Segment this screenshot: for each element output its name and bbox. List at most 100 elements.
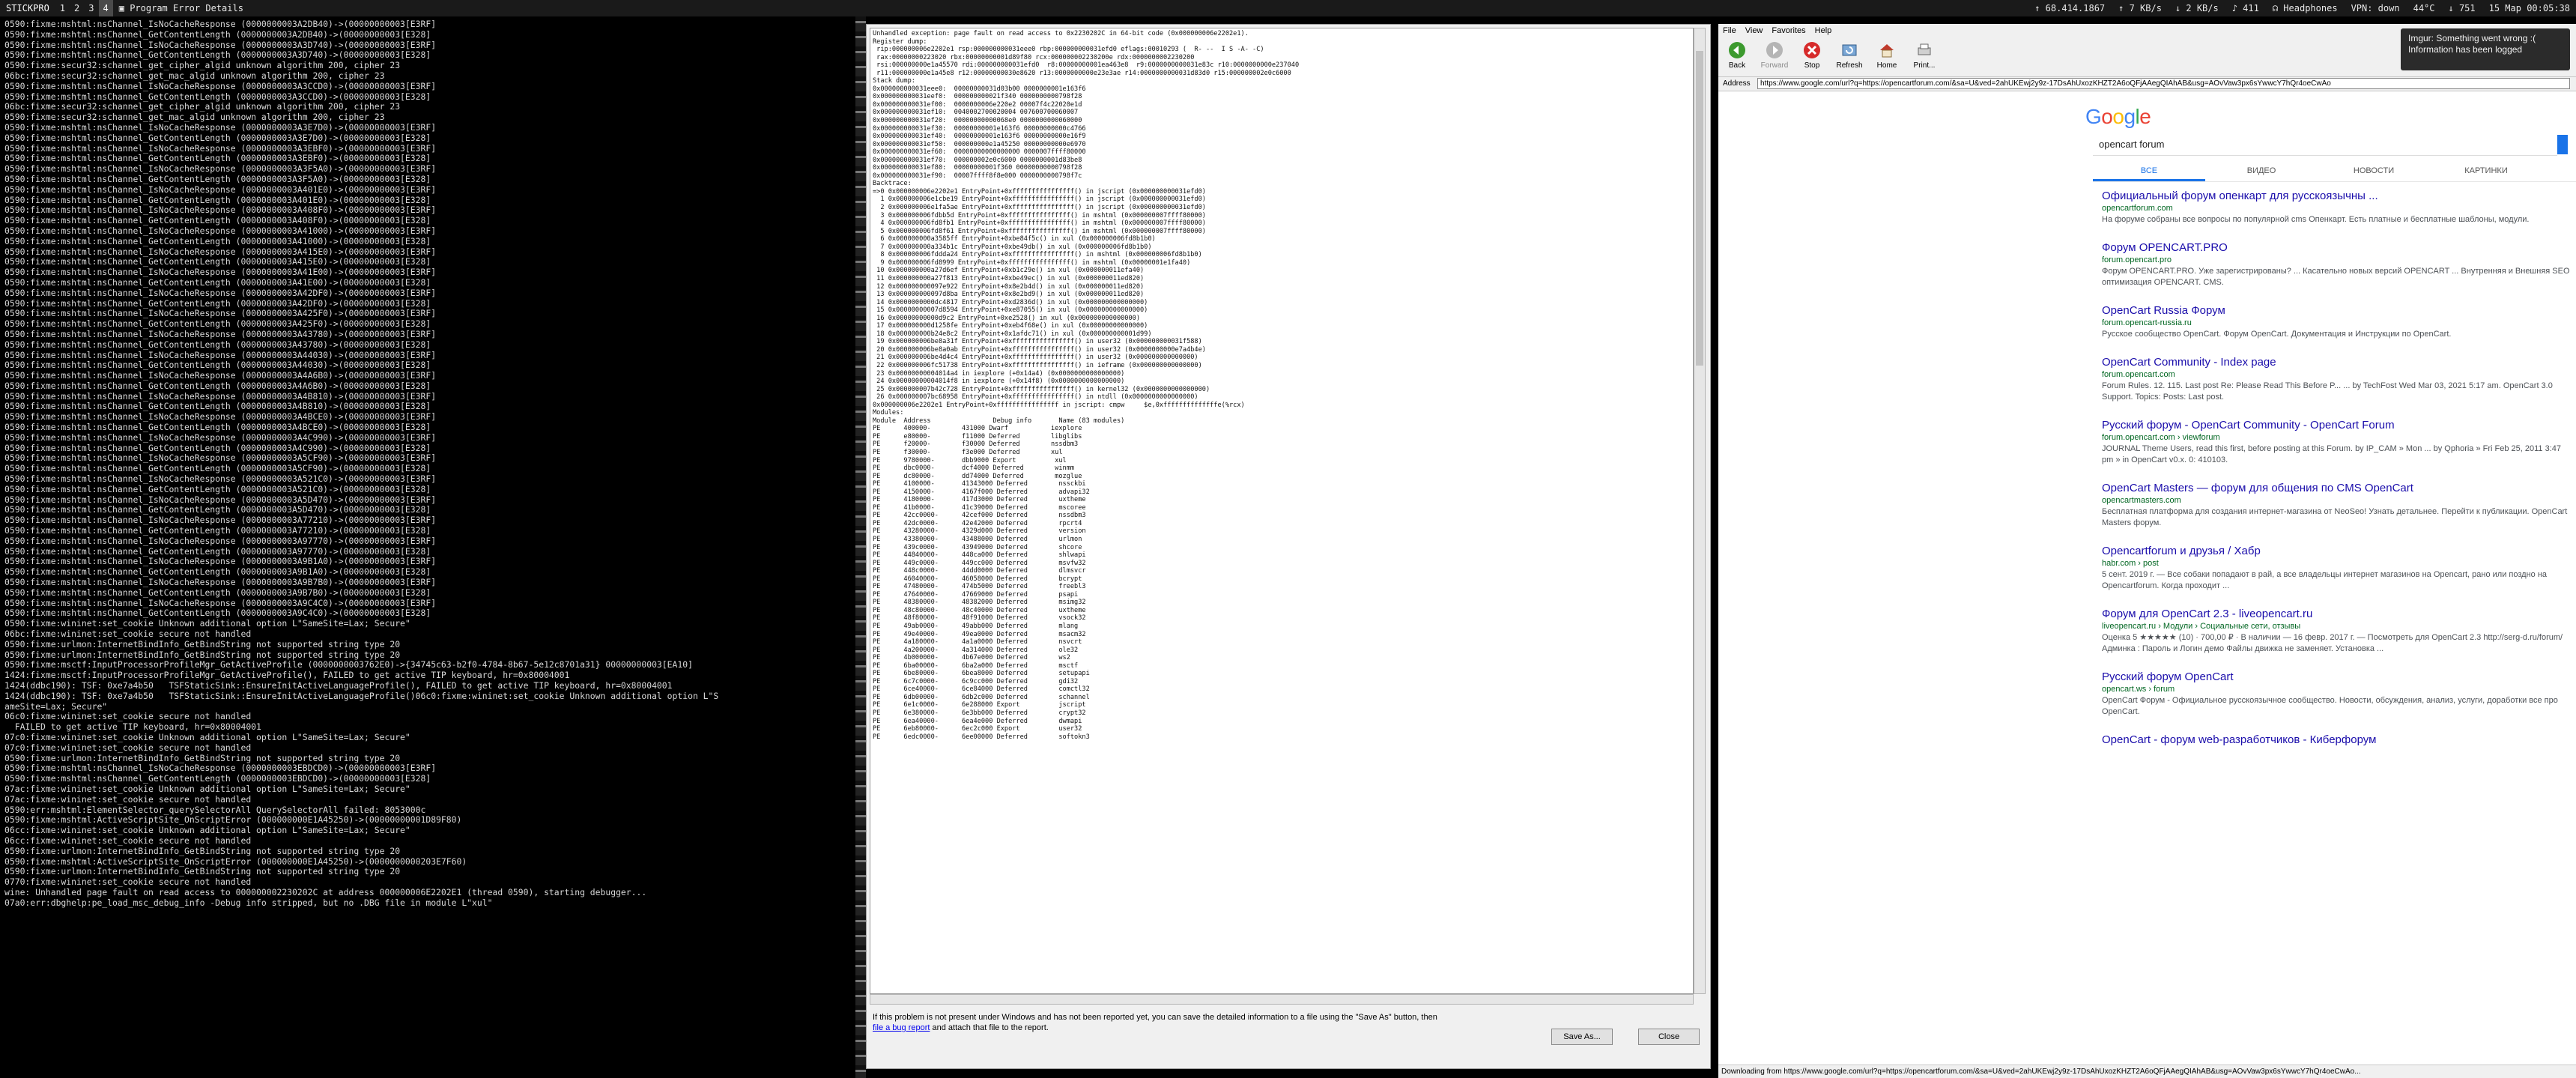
result-snippet: Русское сообщество OpenCart. Форум OpenC… — [2102, 330, 2452, 339]
result-title[interactable]: OpenCart Masters — форум для общения по … — [2102, 481, 2570, 495]
dump-line: PE 449c0000- 449cc000 Deferred msvfw32 — [873, 559, 1086, 567]
crash-dump-text[interactable]: Unhandled exception: page fault on read … — [870, 28, 1694, 994]
status-volume[interactable]: ♪ 411 — [2232, 0, 2259, 16]
dump-line: PE 6e380000- 6e3bb000 Deferred crypt32 — [873, 709, 1086, 718]
terminal-line: 0590:fixme:mshtml:nsChannel_IsNoCacheRes… — [4, 411, 437, 423]
tab-all[interactable]: ВСЕ — [2093, 160, 2205, 181]
terminal-line: 0590:fixme:wininet:set_cookie Unknown ad… — [4, 618, 410, 629]
google-logo-letter: o — [2112, 105, 2124, 128]
dump-line: PE 42cc0000- 42cef000 Deferred nssdbm3 — [873, 512, 1086, 520]
terminal-line: 0590:fixme:mshtml:nsChannel_IsNoCacheRes… — [4, 80, 437, 91]
terminal-line: 06bc:fixme:secur32:schannel_get_mac_algi… — [4, 70, 385, 81]
save-as-button[interactable]: Save As... — [1551, 1029, 1613, 1045]
back-button[interactable]: Back — [1718, 37, 1756, 75]
result-title[interactable]: OpenCart Russia Форум — [2102, 303, 2570, 318]
dump-line: PE 48f80000- 48f91000 Deferred vsock32 — [873, 614, 1086, 623]
result-title[interactable]: Русский форум OpenCart — [2102, 670, 2570, 684]
search-button[interactable] — [2557, 135, 2568, 154]
menu-file[interactable]: File — [1718, 24, 1741, 37]
terminal-line: 0590:fixme:mshtml:nsChannel_GetContentLe… — [4, 442, 431, 453]
stop-button[interactable]: Stop — [1793, 37, 1831, 75]
result-title[interactable]: Форум для OpenCart 2.3 - liveopencart.ru — [2102, 607, 2570, 621]
result-title[interactable]: Русский форум - OpenCart Community - Ope… — [2102, 418, 2570, 432]
terminal-line: 0590:fixme:mshtml:nsChannel_IsNoCacheRes… — [4, 328, 437, 339]
tab-news[interactable]: НОВОСТИ — [2318, 160, 2430, 181]
workspace-3[interactable]: 3 — [84, 0, 98, 16]
terminal-line: 0590:fixme:mshtml:nsChannel_GetContentLe… — [4, 132, 431, 143]
address-bar: Address https://www.google.com/url?q=htt… — [1718, 77, 2576, 91]
address-input[interactable]: https://www.google.com/url?q=https://ope… — [1757, 78, 2570, 89]
imgur-error-toast[interactable]: Imgur: Something went wrong :( Informati… — [2401, 28, 2570, 70]
dump-line: PE 439c0000- 43949000 Deferred shcore — [873, 543, 1082, 551]
search-input[interactable]: opencart forum — [2093, 133, 2557, 156]
dump-line: PE 47480000- 474b5000 Deferred freebl3 — [873, 583, 1086, 591]
result-title[interactable]: Официальный форум опенкарт для русскоязы… — [2102, 189, 2570, 203]
terminal-line: 0590:fixme:mshtml:ActiveScriptSite_OnScr… — [4, 856, 467, 867]
menu-view[interactable]: View — [1741, 24, 1768, 37]
result-snippet: Форум OPENCART.PRO. Уже зарегистрированы… — [2102, 267, 2570, 287]
browser-status-bar: Downloading from https://www.google.com/… — [1718, 1065, 2576, 1078]
search-result: OpenCart Russia Форум forum.opencart-russ… — [2102, 303, 2570, 340]
home-button[interactable]: Home — [1868, 37, 1906, 75]
terminal-line: 0590:fixme:msctf:InputProcessorProfileMg… — [4, 659, 693, 670]
page-content: Google opencart forum ВСЕ ВИДЕО НОВОСТИ … — [1718, 91, 2576, 1062]
dump-line: Module Address Debug info Name (83 modul… — [873, 417, 1125, 425]
terminal-line: 07a0:err:dbghelp:pe_load_msc_debug_info … — [4, 897, 493, 908]
dump-line: 0x000000000031ef30: 00000000001e163f6 00… — [873, 124, 1086, 133]
google-logo[interactable]: Google — [2085, 105, 2151, 129]
result-title[interactable]: Opencartforum и друзья / Хабр — [2102, 544, 2570, 558]
print-button[interactable]: Print... — [1906, 37, 1943, 75]
tab-images[interactable]: КАРТИНКИ — [2430, 160, 2542, 181]
dump-vertical-scrollbar[interactable] — [1694, 28, 1706, 994]
dump-line: PE dc80000- dd74000 Deferred mozglue — [873, 472, 1082, 480]
print-icon — [1915, 40, 1934, 60]
status-audio-device[interactable]: ☊ Headphones — [2273, 0, 2338, 16]
back-arrow-icon — [1727, 40, 1747, 60]
dump-line: PE 4180000- 417d3000 Deferred uxtheme — [873, 496, 1086, 504]
terminal-line: 0590:fixme:mshtml:nsChannel_IsNoCacheRes… — [4, 494, 437, 505]
dump-line: 23 0x00000000004014a4 in iexplore (+0x14… — [873, 369, 1125, 378]
terminal-line: 0590:fixme:mshtml:nsChannel_GetContentLe… — [4, 297, 431, 309]
terminal-line: ameSite=Lax; Secure" — [4, 700, 108, 712]
result-title[interactable]: OpenCart - форум web-разработчиков - Киб… — [2102, 733, 2570, 747]
dump-line: 1 0x000000006e1cbe19 EntryPoint+0xffffff… — [873, 196, 1206, 204]
terminal-line: 0590:fixme:mshtml:nsChannel_IsNoCacheRes… — [4, 163, 437, 175]
result-title[interactable]: OpenCart Community - Index page — [2102, 355, 2570, 369]
terminal-line: 1424(ddbc190): TSF: 0xe7a4b50 TSFStaticS… — [4, 690, 719, 701]
dump-line: 0x000000000031ef40: 00000000001e163f6 00… — [873, 133, 1086, 141]
status-upload: ↑ 7 KB/s — [2118, 3, 2162, 13]
menu-favorites[interactable]: Favorites — [1767, 24, 1810, 37]
terminal-line: 0590:fixme:mshtml:nsChannel_GetContentLe… — [4, 483, 431, 494]
workspace-2[interactable]: 2 — [70, 0, 84, 16]
dump-line: PE 49e40000- 49ea0000 Deferred msacm32 — [873, 630, 1086, 638]
home-icon — [1877, 40, 1897, 60]
file-bug-report-link[interactable]: file a bug report — [873, 1023, 930, 1032]
close-button[interactable]: Close — [1638, 1029, 1700, 1045]
workspace-1[interactable]: 1 — [55, 0, 70, 16]
workspace-4[interactable]: 4 — [98, 0, 113, 16]
terminal-line: 0770:fixme:wininet:set_cookie secure not… — [4, 876, 252, 888]
search-result: Русский форум OpenCart opencart.ws › foru… — [2102, 670, 2570, 718]
menu-help[interactable]: Help — [1810, 24, 1837, 37]
terminal-line: 0590:fixme:mshtml:nsChannel_GetContentLe… — [4, 256, 431, 267]
dump-line: r11:000000000e1a45e8 r12:00000000030e862… — [873, 69, 1291, 77]
dump-line: 16 0x00000000000d9c2 EntryPoint+0xe2528(… — [873, 314, 1140, 322]
tab-video[interactable]: ВИДЕО — [2205, 160, 2318, 181]
terminal-line: 0590:fixme:mshtml:nsChannel_IsNoCacheRes… — [4, 390, 437, 402]
dump-line: PE 46040000- 46058000 Deferred bcrypt — [873, 575, 1082, 583]
result-url: forum.opencart.pro — [2102, 255, 2172, 264]
status-temperature: 44°C — [2413, 3, 2435, 13]
terminal-line: 0590:fixme:mshtml:nsChannel_IsNoCacheRes… — [4, 597, 437, 608]
dump-horizontal-scrollbar[interactable] — [870, 994, 1694, 1005]
wm-brand-label: STICKPRO — [6, 3, 49, 13]
dump-line: PE 43280000- 4329d000 Deferred version — [873, 527, 1086, 536]
dump-line: 11 0x000000000a27f813 EntryPoint+0xbe49e… — [873, 274, 1145, 282]
refresh-button[interactable]: Refresh — [1831, 37, 1868, 75]
terminal-line: 0590:fixme:urlmon:InternetBindInfo_GetBi… — [4, 638, 401, 649]
dump-line: 14 0x0000000000dc4817 EntryPoint+0xd2836… — [873, 298, 1148, 306]
result-title[interactable]: Форум OPENCART.PRO — [2102, 240, 2570, 255]
scrollbar-thumb[interactable] — [1696, 51, 1703, 366]
terminal-line: 0590:fixme:urlmon:InternetBindInfo_GetBi… — [4, 649, 401, 660]
terminal-window[interactable]: 0590:fixme:mshtml:nsChannel_IsNoCacheRes… — [0, 16, 855, 1078]
forward-button[interactable]: Forward — [1756, 37, 1793, 75]
